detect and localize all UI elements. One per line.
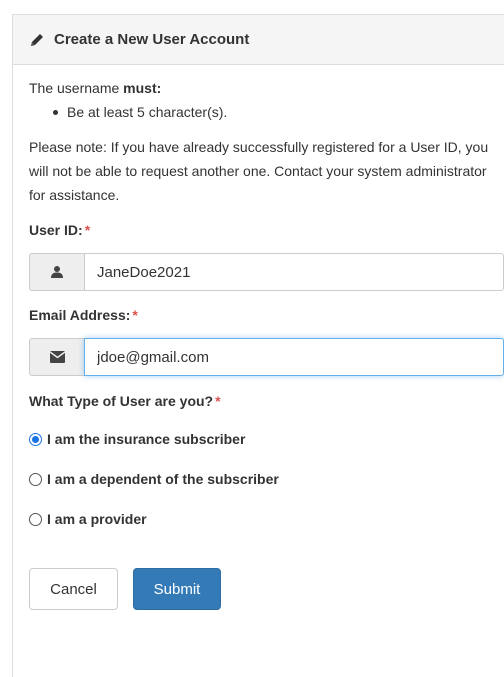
required-asterisk: * [215, 393, 221, 409]
username-rules-list: Be at least 5 character(s). [29, 102, 504, 122]
page-title: Create a New User Account [54, 31, 250, 48]
radio-button-checked[interactable] [29, 432, 42, 446]
user-id-input-group [29, 253, 504, 291]
submit-button[interactable]: Submit [133, 568, 221, 610]
email-field[interactable] [84, 338, 504, 376]
cancel-button[interactable]: Cancel [29, 568, 118, 610]
email-input-group [29, 338, 504, 376]
required-asterisk: * [132, 307, 138, 323]
user-id-field[interactable] [84, 253, 504, 291]
required-asterisk: * [84, 222, 91, 238]
radio-button[interactable] [29, 472, 42, 486]
email-label: Email Address: * [29, 307, 138, 323]
radio-option-subscriber[interactable]: I am the insurance subscriber [29, 428, 504, 450]
envelope-icon [49, 351, 65, 363]
email-addon [29, 338, 84, 376]
pencil-icon [31, 33, 43, 46]
user-icon [51, 266, 63, 278]
user-type-label: What Type of User are you? * [29, 393, 221, 409]
form-actions: Cancel Submit [29, 568, 504, 610]
user-id-label: User ID: * [29, 222, 91, 238]
username-rule-item: Be at least 5 character(s). [53, 102, 504, 122]
username-rules-intro: The username must: [29, 80, 162, 96]
radio-option-dependent[interactable]: I am a dependent of the subscriber [29, 468, 504, 490]
registration-note: Please note: If you have already success… [29, 139, 489, 203]
panel-heading: Create a New User Account [13, 15, 504, 65]
user-id-addon [29, 253, 84, 291]
radio-option-provider[interactable]: I am a provider [29, 508, 504, 530]
panel-body: The username must: Be at least 5 charact… [13, 65, 504, 610]
radio-button[interactable] [29, 512, 42, 526]
create-account-panel: Create a New User Account The username m… [12, 14, 504, 677]
